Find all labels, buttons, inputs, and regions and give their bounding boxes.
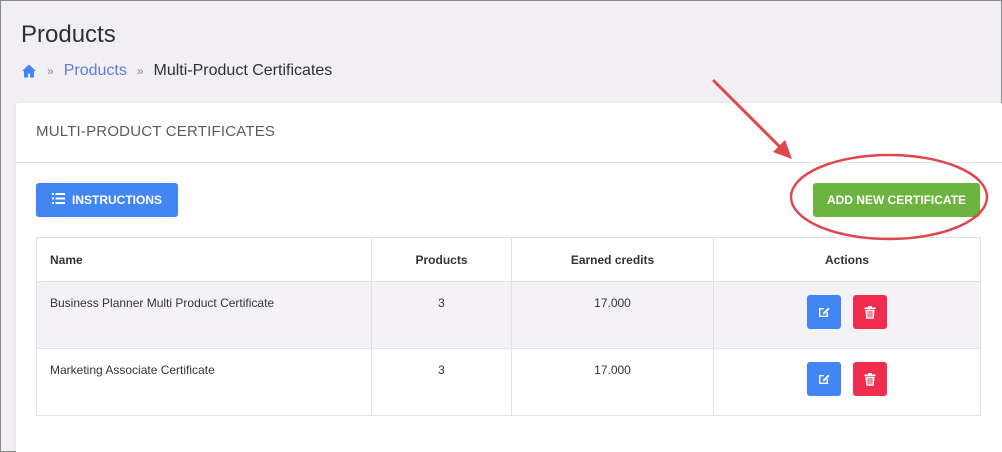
breadcrumb: » Products » Multi-Product Certificates <box>21 62 332 80</box>
add-new-certificate-button[interactable]: ADD NEW CERTIFICATE <box>813 183 980 217</box>
cell-name: Marketing Associate Certificate <box>36 348 372 416</box>
instructions-label: INSTRUCTIONS <box>72 193 162 207</box>
page-title: Products <box>21 21 116 48</box>
instructions-button[interactable]: INSTRUCTIONS <box>36 183 178 217</box>
column-header-actions: Actions <box>713 237 981 282</box>
breadcrumb-current: Multi-Product Certificates <box>153 62 333 79</box>
trash-icon <box>864 372 876 386</box>
certificates-table: Name Products Earned credits Actions Bus… <box>36 237 981 416</box>
breadcrumb-separator: » <box>136 64 144 78</box>
cell-actions <box>713 281 981 349</box>
delete-button[interactable] <box>853 362 887 396</box>
cell-name: Business Planner Multi Product Certifica… <box>36 281 372 349</box>
breadcrumb-link-products[interactable]: Products <box>64 62 127 80</box>
cell-products: 3 <box>371 281 512 349</box>
list-icon <box>52 193 65 207</box>
cell-earned-credits: 17.000 <box>511 348 714 416</box>
column-header-earned-credits[interactable]: Earned credits <box>511 237 714 282</box>
home-icon[interactable] <box>21 63 37 79</box>
table-header-row: Name Products Earned credits Actions <box>36 237 981 282</box>
column-header-name[interactable]: Name <box>36 237 372 282</box>
certificates-card: MULTI-PRODUCT CERTIFICATES INSTRUCTIONS … <box>16 103 1002 452</box>
cell-earned-credits: 17.000 <box>511 281 714 349</box>
edit-button[interactable] <box>807 362 841 396</box>
edit-icon <box>819 307 830 317</box>
edit-button[interactable] <box>807 295 841 329</box>
trash-icon <box>864 305 876 319</box>
cell-actions <box>713 348 981 416</box>
breadcrumb-separator: » <box>47 64 54 78</box>
card-title: MULTI-PRODUCT CERTIFICATES <box>16 103 1002 163</box>
column-header-products[interactable]: Products <box>371 237 512 282</box>
cell-products: 3 <box>371 348 512 416</box>
delete-button[interactable] <box>853 295 887 329</box>
edit-icon <box>819 374 830 384</box>
table-row: Business Planner Multi Product Certifica… <box>36 281 981 349</box>
table-row: Marketing Associate Certificate 3 17.000 <box>36 348 981 416</box>
